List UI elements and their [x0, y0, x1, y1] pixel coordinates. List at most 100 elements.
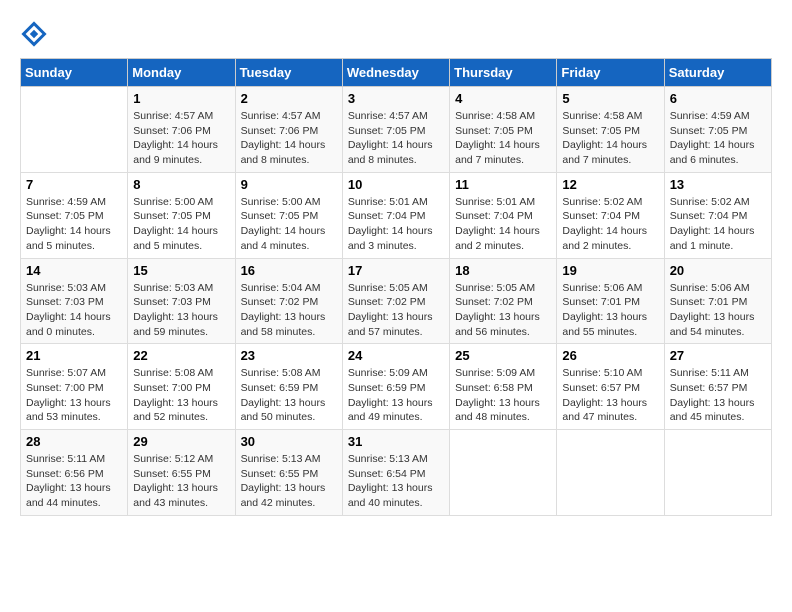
day-number: 29	[133, 434, 229, 449]
day-number: 11	[455, 177, 551, 192]
day-cell: 28 Sunrise: 5:11 AMSunset: 6:56 PMDayligh…	[21, 430, 128, 516]
day-header-wednesday: Wednesday	[342, 59, 449, 87]
day-number: 16	[241, 263, 337, 278]
day-number: 14	[26, 263, 122, 278]
day-number: 21	[26, 348, 122, 363]
week-row-2: 7 Sunrise: 4:59 AMSunset: 7:05 PMDaylight…	[21, 172, 772, 258]
day-cell: 27 Sunrise: 5:11 AMSunset: 6:57 PMDayligh…	[664, 344, 771, 430]
day-cell: 7 Sunrise: 4:59 AMSunset: 7:05 PMDaylight…	[21, 172, 128, 258]
day-cell: 19Sunrise: 5:06 AMSunset: 7:01 PMDayligh…	[557, 258, 664, 344]
day-info: Sunrise: 5:09 AMSunset: 6:59 PMDaylight:…	[348, 366, 444, 425]
day-cell: 22Sunrise: 5:08 AMSunset: 7:00 PMDayligh…	[128, 344, 235, 430]
day-cell: 11 Sunrise: 5:01 AMSunset: 7:04 PMDayligh…	[450, 172, 557, 258]
day-number: 19	[562, 263, 658, 278]
day-info: Sunrise: 5:02 AMSunset: 7:04 PMDaylight:…	[670, 195, 766, 254]
day-number: 4	[455, 91, 551, 106]
day-cell	[557, 430, 664, 516]
day-header-monday: Monday	[128, 59, 235, 87]
day-header-friday: Friday	[557, 59, 664, 87]
logo-icon	[20, 20, 48, 48]
day-info: Sunrise: 5:00 AMSunset: 7:05 PMDaylight:…	[241, 195, 337, 254]
day-number: 18	[455, 263, 551, 278]
day-number: 24	[348, 348, 444, 363]
week-row-5: 28 Sunrise: 5:11 AMSunset: 6:56 PMDayligh…	[21, 430, 772, 516]
day-number: 27	[670, 348, 766, 363]
day-info: Sunrise: 4:59 AMSunset: 7:05 PMDaylight:…	[26, 195, 122, 254]
day-info: Sunrise: 5:10 AMSunset: 6:57 PMDaylight:…	[562, 366, 658, 425]
day-info: Sunrise: 5:03 AMSunset: 7:03 PMDaylight:…	[133, 281, 229, 340]
day-cell: 6 Sunrise: 4:59 AMSunset: 7:05 PMDaylight…	[664, 87, 771, 173]
day-info: Sunrise: 4:57 AMSunset: 7:06 PMDaylight:…	[133, 109, 229, 168]
day-info: Sunrise: 5:06 AMSunset: 7:01 PMDaylight:…	[670, 281, 766, 340]
day-info: Sunrise: 5:13 AMSunset: 6:55 PMDaylight:…	[241, 452, 337, 511]
day-header-thursday: Thursday	[450, 59, 557, 87]
day-number: 6	[670, 91, 766, 106]
day-info: Sunrise: 5:05 AMSunset: 7:02 PMDaylight:…	[348, 281, 444, 340]
day-cell: 15Sunrise: 5:03 AMSunset: 7:03 PMDayligh…	[128, 258, 235, 344]
day-number: 20	[670, 263, 766, 278]
day-header-sunday: Sunday	[21, 59, 128, 87]
day-info: Sunrise: 5:11 AMSunset: 6:57 PMDaylight:…	[670, 366, 766, 425]
day-info: Sunrise: 5:08 AMSunset: 6:59 PMDaylight:…	[241, 366, 337, 425]
day-number: 7	[26, 177, 122, 192]
day-number: 13	[670, 177, 766, 192]
week-row-1: 1 Sunrise: 4:57 AMSunset: 7:06 PMDaylight…	[21, 87, 772, 173]
day-cell	[21, 87, 128, 173]
day-number: 5	[562, 91, 658, 106]
day-cell: 1 Sunrise: 4:57 AMSunset: 7:06 PMDaylight…	[128, 87, 235, 173]
day-cell: 25Sunrise: 5:09 AMSunset: 6:58 PMDayligh…	[450, 344, 557, 430]
day-cell: 26Sunrise: 5:10 AMSunset: 6:57 PMDayligh…	[557, 344, 664, 430]
day-header-tuesday: Tuesday	[235, 59, 342, 87]
week-row-4: 21 Sunrise: 5:07 AMSunset: 7:00 PMDayligh…	[21, 344, 772, 430]
day-cell: 13 Sunrise: 5:02 AMSunset: 7:04 PMDayligh…	[664, 172, 771, 258]
day-number: 10	[348, 177, 444, 192]
day-cell: 9Sunrise: 5:00 AMSunset: 7:05 PMDaylight…	[235, 172, 342, 258]
day-info: Sunrise: 5:07 AMSunset: 7:00 PMDaylight:…	[26, 366, 122, 425]
day-cell: 16 Sunrise: 5:04 AMSunset: 7:02 PMDayligh…	[235, 258, 342, 344]
day-cell: 8Sunrise: 5:00 AMSunset: 7:05 PMDaylight…	[128, 172, 235, 258]
logo	[20, 20, 52, 48]
day-cell: 5 Sunrise: 4:58 AMSunset: 7:05 PMDaylight…	[557, 87, 664, 173]
page-header	[20, 20, 772, 48]
day-cell: 12 Sunrise: 5:02 AMSunset: 7:04 PMDayligh…	[557, 172, 664, 258]
day-info: Sunrise: 5:04 AMSunset: 7:02 PMDaylight:…	[241, 281, 337, 340]
day-number: 12	[562, 177, 658, 192]
day-info: Sunrise: 5:08 AMSunset: 7:00 PMDaylight:…	[133, 366, 229, 425]
day-cell: 3 Sunrise: 4:57 AMSunset: 7:05 PMDaylight…	[342, 87, 449, 173]
week-row-3: 14 Sunrise: 5:03 AMSunset: 7:03 PMDayligh…	[21, 258, 772, 344]
day-number: 1	[133, 91, 229, 106]
day-info: Sunrise: 4:57 AMSunset: 7:06 PMDaylight:…	[241, 109, 337, 168]
day-cell: 17 Sunrise: 5:05 AMSunset: 7:02 PMDayligh…	[342, 258, 449, 344]
day-info: Sunrise: 4:57 AMSunset: 7:05 PMDaylight:…	[348, 109, 444, 168]
day-number: 3	[348, 91, 444, 106]
day-cell: 24 Sunrise: 5:09 AMSunset: 6:59 PMDayligh…	[342, 344, 449, 430]
day-cell: 14 Sunrise: 5:03 AMSunset: 7:03 PMDayligh…	[21, 258, 128, 344]
day-info: Sunrise: 5:00 AMSunset: 7:05 PMDaylight:…	[133, 195, 229, 254]
day-info: Sunrise: 5:01 AMSunset: 7:04 PMDaylight:…	[455, 195, 551, 254]
day-info: Sunrise: 5:11 AMSunset: 6:56 PMDaylight:…	[26, 452, 122, 511]
day-info: Sunrise: 5:02 AMSunset: 7:04 PMDaylight:…	[562, 195, 658, 254]
day-info: Sunrise: 5:12 AMSunset: 6:55 PMDaylight:…	[133, 452, 229, 511]
calendar-table: SundayMondayTuesdayWednesdayThursdayFrid…	[20, 58, 772, 516]
header-row: SundayMondayTuesdayWednesdayThursdayFrid…	[21, 59, 772, 87]
day-number: 28	[26, 434, 122, 449]
day-cell: 2 Sunrise: 4:57 AMSunset: 7:06 PMDaylight…	[235, 87, 342, 173]
day-cell: 20 Sunrise: 5:06 AMSunset: 7:01 PMDayligh…	[664, 258, 771, 344]
day-info: Sunrise: 5:13 AMSunset: 6:54 PMDaylight:…	[348, 452, 444, 511]
day-header-saturday: Saturday	[664, 59, 771, 87]
day-info: Sunrise: 4:59 AMSunset: 7:05 PMDaylight:…	[670, 109, 766, 168]
day-cell: 23 Sunrise: 5:08 AMSunset: 6:59 PMDayligh…	[235, 344, 342, 430]
day-number: 2	[241, 91, 337, 106]
day-cell: 21 Sunrise: 5:07 AMSunset: 7:00 PMDayligh…	[21, 344, 128, 430]
day-number: 23	[241, 348, 337, 363]
day-number: 31	[348, 434, 444, 449]
day-cell: 10 Sunrise: 5:01 AMSunset: 7:04 PMDayligh…	[342, 172, 449, 258]
day-cell: 31 Sunrise: 5:13 AMSunset: 6:54 PMDayligh…	[342, 430, 449, 516]
day-info: Sunrise: 4:58 AMSunset: 7:05 PMDaylight:…	[562, 109, 658, 168]
day-info: Sunrise: 5:03 AMSunset: 7:03 PMDaylight:…	[26, 281, 122, 340]
day-cell: 29 Sunrise: 5:12 AMSunset: 6:55 PMDayligh…	[128, 430, 235, 516]
day-info: Sunrise: 5:01 AMSunset: 7:04 PMDaylight:…	[348, 195, 444, 254]
day-cell	[450, 430, 557, 516]
day-info: Sunrise: 4:58 AMSunset: 7:05 PMDaylight:…	[455, 109, 551, 168]
day-number: 17	[348, 263, 444, 278]
